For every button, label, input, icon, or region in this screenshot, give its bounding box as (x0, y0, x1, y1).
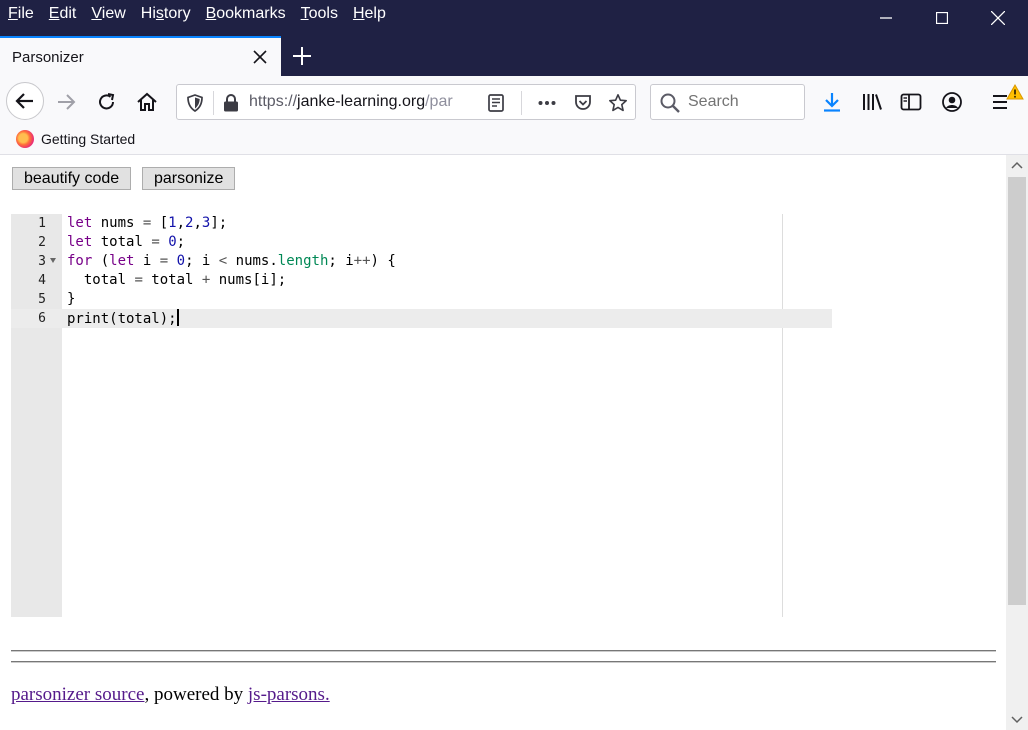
divider (11, 661, 996, 663)
minimize-icon (880, 17, 892, 19)
text-cursor (176, 309, 179, 326)
code-line[interactable]: 5 } (11, 290, 832, 309)
more-actions-icon[interactable] (537, 93, 557, 113)
code-text: let total = 0; (67, 234, 186, 250)
account-icon[interactable] (940, 90, 964, 114)
reload-icon (99, 93, 115, 110)
minimize-button[interactable] (858, 0, 914, 36)
code-line-active[interactable]: 6 print(total); (11, 309, 832, 328)
url-host: janke-learning.org (297, 93, 426, 110)
scrollbar-thumb[interactable] (1008, 177, 1026, 605)
maximize-button[interactable] (914, 0, 970, 36)
url-separator (521, 91, 522, 115)
url-bar[interactable]: https://janke-learning.org/par (176, 84, 636, 120)
back-button[interactable] (6, 82, 44, 120)
parsonizer-source-link[interactable]: parsonizer source (11, 684, 144, 705)
search-placeholder: Search (688, 93, 739, 110)
code-text-content: print(total); (67, 311, 177, 327)
search-icon (660, 93, 680, 113)
line-number: 2 (38, 235, 46, 250)
bookmark-getting-started[interactable]: Getting Started (16, 130, 135, 148)
url-text[interactable]: https://janke-learning.org/par (249, 93, 475, 111)
title-bar: File Edit View History Bookmarks Tools H… (0, 0, 1028, 36)
forward-arrow-icon (58, 94, 76, 110)
tracking-shield-icon[interactable] (185, 93, 205, 113)
bookmark-label: Getting Started (41, 131, 136, 147)
divider (11, 650, 996, 652)
line-number: 5 (38, 292, 46, 307)
pocket-icon[interactable] (573, 93, 593, 113)
scroll-up-icon[interactable] (1006, 155, 1028, 177)
tab-parsonizer[interactable]: Parsonizer (0, 36, 281, 76)
menu-help[interactable]: Help (353, 4, 386, 24)
tab-close-icon[interactable] (252, 49, 268, 65)
beautify-code-button[interactable]: beautify code (12, 167, 132, 190)
menu-edit[interactable]: Edit (49, 4, 77, 24)
nav-toolbar: https://janke-learning.org/par Search (0, 76, 1028, 128)
code-text: let nums = [1,2,3]; (67, 215, 228, 231)
tab-strip: Parsonizer (0, 36, 1028, 76)
back-arrow-icon (15, 93, 33, 109)
menu-history[interactable]: History (141, 4, 191, 24)
close-window-button[interactable] (970, 0, 1026, 36)
menu-tools[interactable]: Tools (301, 4, 338, 24)
line-number: 1 (38, 216, 46, 231)
new-tab-icon[interactable] (290, 44, 314, 68)
code-line[interactable]: 4 total = total + nums[i]; (11, 271, 832, 290)
line-number: 4 (38, 273, 46, 288)
home-icon (137, 92, 157, 111)
code-text: } (67, 291, 76, 307)
menu-bar: File Edit View History Bookmarks Tools H… (8, 4, 401, 24)
home-button[interactable] (131, 86, 163, 118)
line-number: 3 (38, 254, 46, 269)
menu-bookmarks[interactable]: Bookmarks (206, 4, 286, 24)
parsonize-button[interactable]: parsonize (142, 167, 236, 190)
url-scheme: https:// (249, 93, 298, 110)
reload-button[interactable] (91, 86, 123, 118)
menu-file[interactable]: File (8, 4, 34, 24)
library-icon[interactable] (860, 90, 884, 114)
code-line[interactable]: 1 let nums = [1,2,3]; (11, 214, 832, 233)
url-separator (213, 91, 214, 115)
code-text: total = total + nums[i]; (67, 272, 287, 288)
line-number: 6 (38, 311, 46, 326)
search-bar[interactable]: Search (650, 84, 805, 120)
footer-text: , powered by (144, 684, 248, 705)
menu-view[interactable]: View (91, 4, 125, 24)
code-line[interactable]: 2 let total = 0; (11, 233, 832, 252)
page-content: beautify code parsonize 1 let nums = [1,… (0, 155, 1006, 730)
firefox-logo-icon (16, 130, 34, 148)
vertical-scrollbar[interactable] (1006, 155, 1028, 730)
download-icon[interactable] (820, 90, 844, 114)
scroll-down-icon[interactable] (1006, 708, 1028, 730)
tab-title: Parsonizer (12, 49, 84, 66)
code-line[interactable]: 3 for (let i = 0; i < nums.length; i++) … (11, 252, 832, 271)
forward-button[interactable] (50, 86, 82, 118)
code-editor[interactable]: 1 let nums = [1,2,3]; 2 let total = 0; 3… (11, 214, 832, 617)
bookmarks-toolbar: Getting Started (0, 128, 1028, 155)
lock-icon[interactable] (221, 93, 241, 113)
footer: parsonizer source, powered by js-parsons… (11, 684, 330, 706)
code-text: print(total); (67, 309, 179, 329)
code-text: for (let i = 0; i < nums.length; i++) { (67, 253, 396, 269)
sidebar-icon[interactable] (899, 90, 923, 114)
js-parsons-link[interactable]: js-parsons. (248, 684, 330, 705)
bookmark-star-icon[interactable] (608, 93, 628, 113)
close-icon (991, 11, 1005, 25)
url-path: /par (425, 93, 453, 110)
fold-toggle-icon[interactable] (50, 258, 56, 263)
maximize-icon (936, 12, 948, 24)
reader-view-icon[interactable] (486, 93, 506, 113)
warning-badge-icon (1006, 84, 1024, 100)
